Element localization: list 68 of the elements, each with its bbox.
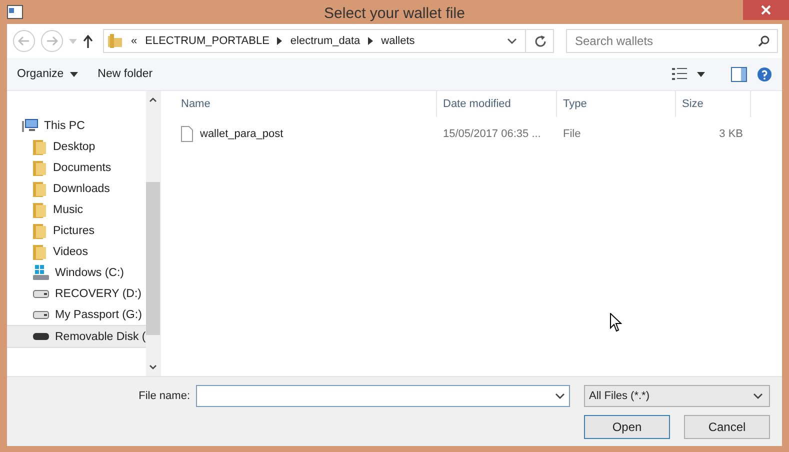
folder-icon: [107, 33, 123, 49]
forward-arrow-icon: [46, 36, 58, 46]
separator-arrow-icon[interactable]: [368, 37, 374, 45]
cancel-button[interactable]: Cancel: [684, 415, 770, 439]
search-icon: [758, 35, 770, 47]
open-button[interactable]: Open: [584, 415, 670, 439]
sidebar-item[interactable]: This PC: [7, 115, 146, 136]
dropdown-icon: [753, 393, 763, 399]
close-button[interactable]: [743, 0, 789, 20]
caret-icon: [70, 72, 78, 76]
preview-pane-icon[interactable]: [731, 66, 747, 82]
path-segment[interactable]: electrum_data: [290, 35, 360, 47]
file-name-label: File name:: [138, 390, 190, 402]
table-cell-text: 15/05/2017 06:35 ...: [442, 128, 542, 140]
sidebar-item[interactable]: Removable Disk (: [7, 325, 146, 348]
sidebar-item[interactable]: Pictures: [7, 220, 146, 241]
sidebar-item[interactable]: Music: [7, 199, 146, 220]
drive-icon: [33, 333, 49, 340]
scroll-down-icon[interactable]: [149, 365, 157, 370]
sidebar-item[interactable]: Documents: [7, 157, 146, 178]
sidebar-item[interactable]: RECOVERY (D:): [7, 283, 146, 304]
column-header[interactable]: Name: [175, 91, 437, 117]
dropdown-icon[interactable]: [697, 72, 705, 76]
table-cell-text: File: [562, 128, 582, 140]
drive-icon: [33, 290, 49, 298]
table-cell-text: 3 KB: [718, 128, 744, 140]
help-icon[interactable]: [757, 66, 772, 82]
address-bar[interactable]: « ELECTRUM_PORTABLE electrum_data wallets: [103, 29, 554, 53]
path-segment[interactable]: ELECTRUM_PORTABLE: [145, 35, 270, 47]
up-arrow-icon[interactable]: [83, 34, 93, 48]
drive-icon: [33, 310, 49, 318]
search-field[interactable]: Search wallets: [566, 29, 778, 53]
drive-icon: [33, 264, 49, 280]
sidebar-item[interactable]: My Passport (G:): [7, 304, 146, 325]
back-arrow-icon: [18, 36, 30, 46]
computer-icon: [22, 118, 38, 132]
scroll-up-icon[interactable]: [149, 97, 157, 102]
organize-button[interactable]: Organize: [17, 68, 88, 80]
window-title: Select your wallet file: [324, 4, 465, 22]
sidebar-item[interactable]: Desktop: [7, 136, 146, 157]
close-icon: [761, 5, 771, 15]
file-name-field[interactable]: [196, 385, 570, 407]
folder-icon: [33, 244, 47, 260]
file-name[interactable]: wallet_para_post: [200, 128, 284, 140]
folder-icon: [33, 138, 47, 154]
sidebar-item[interactable]: Downloads: [7, 178, 146, 199]
view-list-icon[interactable]: [672, 68, 687, 80]
dropdown-icon[interactable]: [555, 393, 565, 399]
scrollbar[interactable]: [146, 91, 160, 376]
refresh-icon[interactable]: [534, 34, 547, 48]
file-type-dropdown[interactable]: All Files (*.*): [584, 385, 770, 407]
separator-arrow-icon[interactable]: [277, 37, 282, 45]
dropdown-icon[interactable]: [507, 38, 517, 44]
folder-icon: [33, 180, 47, 196]
column-header[interactable]: Size: [676, 91, 751, 117]
folder-icon: [33, 222, 47, 238]
column-header[interactable]: Type: [557, 91, 676, 117]
file-icon: [181, 126, 193, 142]
column-header[interactable]: Date modified: [437, 91, 557, 117]
app-icon: [7, 5, 23, 19]
mouse-cursor-icon: [610, 313, 622, 332]
folder-icon: [33, 160, 47, 176]
new-folder-button[interactable]: New folder: [98, 68, 163, 80]
sidebar-item[interactable]: Windows (C:): [7, 262, 146, 283]
sidebar-item[interactable]: Videos: [7, 241, 146, 262]
overflow-chevron-icon[interactable]: «: [131, 35, 138, 47]
folder-icon: [33, 202, 47, 218]
path-segment[interactable]: wallets: [381, 35, 415, 47]
